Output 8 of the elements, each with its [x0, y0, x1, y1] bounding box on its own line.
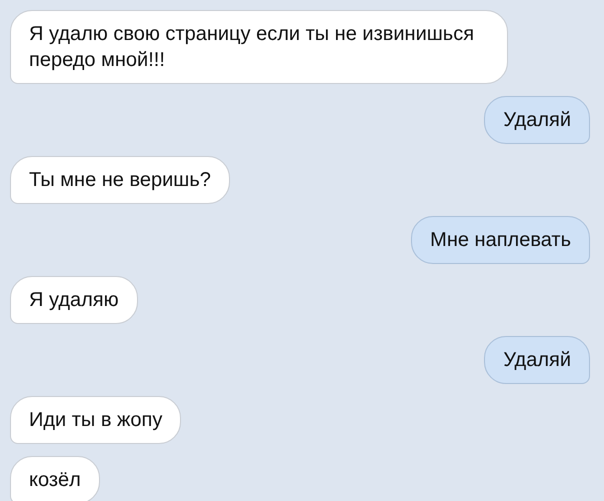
sent-message: Удаляй [484, 96, 590, 144]
received-message: Иди ты в жопу [10, 396, 182, 444]
sent-message: Удаляй [484, 336, 590, 384]
received-message: Ты мне не веришь? [10, 156, 230, 204]
received-message: Я удалю свою страницу если ты не извинишься передо мной!!! [10, 10, 508, 84]
received-message: козёл [10, 456, 100, 501]
sent-message: Мне наплевать [411, 216, 590, 264]
received-message: Я удаляю [10, 276, 138, 324]
